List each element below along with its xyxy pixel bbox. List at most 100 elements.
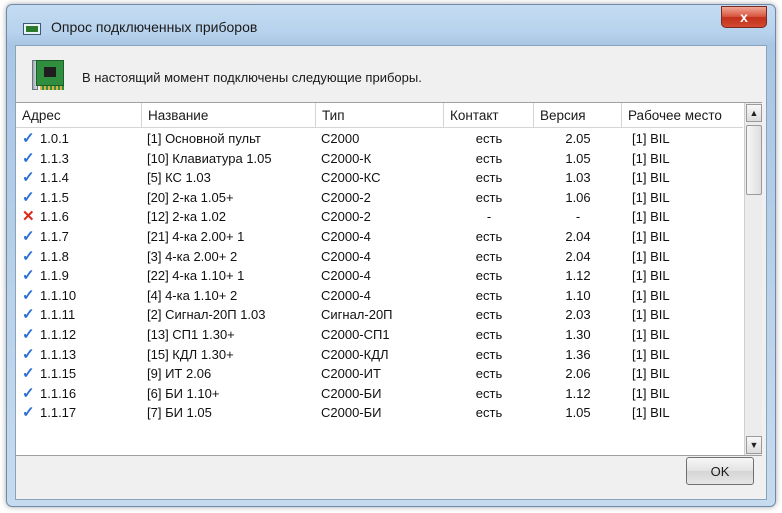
table-row[interactable]: ✓ 1.1.3 [10] Клавиатура 1.05 С2000-К есть 1.0… bbox=[16, 149, 743, 169]
contact-cell: есть bbox=[475, 366, 503, 382]
address-text: 1.1.9 bbox=[40, 268, 69, 284]
version-cell: 2.03 bbox=[565, 307, 591, 323]
table-row[interactable]: ✕ 1.1.6 [12] 2-ка 1.02 С2000-2 - - [1] BIL bbox=[16, 207, 743, 227]
scroll-up-arrow-icon[interactable]: ▲ bbox=[746, 104, 762, 122]
type-cell: С2000-СП1 bbox=[321, 326, 390, 342]
table-row[interactable]: ✓ 1.1.10 [4] 4-ка 1.10+ 2 С2000-4 есть 1.10 [1… bbox=[16, 286, 743, 306]
expansion-card-icon bbox=[32, 60, 66, 90]
column-header-address[interactable]: Адрес bbox=[16, 103, 142, 127]
address-text: 1.1.13 bbox=[40, 346, 77, 362]
address-cell: ✓ 1.0.1 bbox=[22, 129, 142, 149]
type-cell: С2000-ИТ bbox=[321, 366, 381, 382]
workplace-cell: [1] BIL bbox=[632, 268, 670, 284]
table-row[interactable]: ✓ 1.1.12 [13] СП1 1.30+ С2000-СП1 есть 1.30 [1… bbox=[16, 325, 743, 345]
checkmark-icon: ✓ bbox=[22, 286, 35, 304]
type-cell: С2000 bbox=[321, 131, 360, 146]
name-cell: [9] ИТ 2.06 bbox=[147, 366, 212, 382]
address-cell: ✓ 1.1.11 bbox=[22, 305, 142, 325]
table-row[interactable]: ✓ 1.1.11 [2] Сигнал-20П 1.03 Сигнал-20П есть… bbox=[16, 305, 743, 325]
name-cell: [7] БИ 1.05 bbox=[147, 405, 212, 421]
type-cell: С2000-КДЛ bbox=[321, 346, 389, 362]
name-cell: [10] Клавиатура 1.05 bbox=[147, 150, 272, 166]
scrollbar-thumb[interactable] bbox=[746, 125, 762, 195]
contact-cell: есть bbox=[475, 228, 503, 244]
contact-cell: есть bbox=[475, 307, 503, 323]
address-text: 1.1.4 bbox=[40, 170, 69, 186]
address-cell: ✕ 1.1.6 bbox=[22, 207, 142, 227]
contact-cell: - bbox=[486, 209, 492, 225]
scroll-down-arrow-icon[interactable]: ▼ bbox=[746, 436, 762, 454]
checkmark-icon: ✓ bbox=[22, 149, 35, 167]
contact-cell: есть bbox=[475, 326, 503, 342]
devices-table[interactable]: Адрес Название Тип Контакт Версия Рабоче… bbox=[16, 102, 762, 456]
checkmark-icon: ✓ bbox=[22, 169, 35, 187]
workplace-cell: [1] BIL bbox=[632, 287, 670, 303]
table-row[interactable]: ✓ 1.1.9 [22] 4-ка 1.10+ 1 С2000-4 есть 1.12 [1… bbox=[16, 266, 743, 286]
checkmark-icon: ✓ bbox=[22, 130, 35, 147]
vertical-scrollbar[interactable]: ▲ ▼ bbox=[744, 103, 762, 455]
name-cell: [21] 4-ка 2.00+ 1 bbox=[147, 228, 245, 244]
version-cell: 2.04 bbox=[565, 228, 591, 244]
workplace-cell: [1] BIL bbox=[632, 228, 670, 244]
version-cell: 1.05 bbox=[565, 150, 591, 166]
address-cell: ✓ 1.1.17 bbox=[22, 403, 142, 423]
column-header-type[interactable]: Тип bbox=[316, 103, 444, 127]
table-row[interactable]: ✓ 1.0.1 [1] Основной пульт С2000 есть 2.05 [1]… bbox=[16, 129, 743, 149]
checkmark-icon: ✓ bbox=[22, 227, 35, 245]
address-text: 1.1.6 bbox=[40, 209, 69, 225]
table-row[interactable]: ✓ 1.1.5 [20] 2-ка 1.05+ С2000-2 есть 1.06 [1] … bbox=[16, 188, 743, 208]
address-cell: ✓ 1.1.16 bbox=[22, 384, 142, 404]
workplace-cell: [1] BIL bbox=[632, 326, 670, 342]
contact-cell: есть bbox=[475, 150, 503, 166]
name-cell: [6] БИ 1.10+ bbox=[147, 385, 220, 401]
address-text: 1.1.7 bbox=[40, 228, 69, 244]
address-cell: ✓ 1.1.13 bbox=[22, 345, 142, 365]
address-cell: ✓ 1.1.10 bbox=[22, 286, 142, 306]
table-row[interactable]: ✓ 1.1.7 [21] 4-ка 2.00+ 1 С2000-4 есть 2.04 [1… bbox=[16, 227, 743, 247]
column-header-workplace[interactable]: Рабочее место bbox=[622, 103, 743, 127]
checkmark-icon: ✓ bbox=[22, 365, 35, 383]
table-row[interactable]: ✓ 1.1.15 [9] ИТ 2.06 С2000-ИТ есть 2.06 [1] BI… bbox=[16, 364, 743, 384]
type-cell: С2000-4 bbox=[321, 287, 371, 303]
address-text: 1.1.3 bbox=[40, 150, 69, 166]
table-header: Адрес Название Тип Контакт Версия Рабоче… bbox=[16, 103, 743, 128]
checkmark-icon: ✓ bbox=[22, 325, 35, 343]
table-body: ✓ 1.0.1 [1] Основной пульт С2000 есть 2.05 [1]… bbox=[16, 129, 743, 423]
type-cell: Сигнал-20П bbox=[321, 307, 393, 323]
checkmark-icon: ✓ bbox=[22, 384, 35, 402]
name-cell: [3] 4-ка 2.00+ 2 bbox=[147, 248, 238, 264]
version-cell: 2.06 bbox=[565, 366, 591, 382]
checkmark-icon: ✓ bbox=[22, 404, 35, 422]
table-row[interactable]: ✓ 1.1.13 [15] КДЛ 1.30+ С2000-КДЛ есть 1.36 [1… bbox=[16, 345, 743, 365]
dialog-body: В настоящий момент подключены следующие … bbox=[15, 45, 767, 500]
table-row[interactable]: ✓ 1.1.4 [5] КС 1.03 С2000-КС есть 1.03 [1] BIL bbox=[16, 168, 743, 188]
address-cell: ✓ 1.1.15 bbox=[22, 364, 142, 384]
address-text: 1.1.15 bbox=[40, 366, 77, 382]
info-row: В настоящий момент подключены следующие … bbox=[16, 46, 766, 100]
version-cell: - bbox=[575, 209, 581, 225]
address-text: 1.1.12 bbox=[40, 326, 77, 342]
table-row[interactable]: ✓ 1.1.16 [6] БИ 1.10+ С2000-БИ есть 1.12 [1] B… bbox=[16, 384, 743, 404]
close-button[interactable]: x bbox=[721, 6, 767, 28]
checkmark-icon: ✓ bbox=[22, 188, 35, 206]
column-header-contact[interactable]: Контакт bbox=[444, 103, 534, 127]
contact-cell: есть bbox=[475, 189, 503, 205]
address-cell: ✓ 1.1.4 bbox=[22, 168, 142, 188]
table-row[interactable]: ✓ 1.1.8 [3] 4-ка 2.00+ 2 С2000-4 есть 2.04 [1]… bbox=[16, 247, 743, 267]
workplace-cell: [1] BIL bbox=[632, 209, 670, 225]
type-cell: С2000-4 bbox=[321, 248, 371, 264]
column-header-version[interactable]: Версия bbox=[534, 103, 622, 127]
title-bar[interactable]: Опрос подключенных приборов x bbox=[7, 5, 775, 45]
address-cell: ✓ 1.1.7 bbox=[22, 227, 142, 247]
workplace-cell: [1] BIL bbox=[632, 366, 670, 382]
ok-button[interactable]: OK bbox=[686, 457, 754, 485]
address-text: 1.0.1 bbox=[40, 131, 69, 146]
table-row[interactable]: ✓ 1.1.17 [7] БИ 1.05 С2000-БИ есть 1.05 [1] BI… bbox=[16, 403, 743, 423]
name-cell: [22] 4-ка 1.10+ 1 bbox=[147, 268, 245, 284]
checkmark-icon: ✓ bbox=[22, 267, 35, 285]
column-header-name[interactable]: Название bbox=[142, 103, 316, 127]
address-text: 1.1.17 bbox=[40, 405, 77, 421]
workplace-cell: [1] BIL bbox=[632, 150, 670, 166]
checkmark-icon: ✓ bbox=[22, 345, 35, 363]
dialog-window: Опрос подключенных приборов x В настоящи… bbox=[6, 4, 776, 507]
